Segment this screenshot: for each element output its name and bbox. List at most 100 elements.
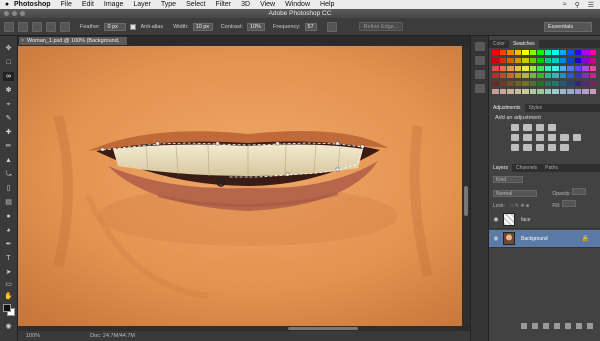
swatch[interactable] bbox=[574, 57, 581, 63]
channel-mixer-icon[interactable] bbox=[560, 134, 569, 141]
blur-tool-icon[interactable]: ● bbox=[3, 212, 14, 221]
swatch[interactable] bbox=[582, 73, 589, 79]
menu-window[interactable]: Window bbox=[285, 1, 310, 8]
gradient-map-icon[interactable] bbox=[547, 144, 557, 151]
swatch[interactable] bbox=[499, 65, 506, 71]
swatch[interactable] bbox=[589, 89, 596, 95]
swatch[interactable] bbox=[537, 89, 544, 95]
visibility-eye-icon[interactable]: ◉ bbox=[489, 216, 503, 223]
threshold-icon[interactable] bbox=[535, 144, 544, 151]
curves-icon[interactable] bbox=[535, 124, 544, 131]
antialias-checkbox[interactable] bbox=[130, 23, 137, 30]
layer-row[interactable]: ◉ face bbox=[489, 211, 600, 229]
swatch[interactable] bbox=[499, 73, 506, 79]
swatch[interactable] bbox=[529, 73, 536, 79]
swatch[interactable] bbox=[544, 89, 551, 95]
contrast-input[interactable]: 10% bbox=[247, 22, 266, 31]
layer-row[interactable]: ◉ Background 🔒 bbox=[489, 230, 600, 248]
width-input[interactable]: 10 px bbox=[192, 22, 213, 31]
marquee-tool-icon[interactable]: □ bbox=[3, 58, 14, 67]
layer-kind-filter[interactable]: Kind bbox=[493, 176, 523, 183]
menu-view[interactable]: View bbox=[260, 1, 275, 8]
document-size[interactable]: Doc: 24.7M/44.7M bbox=[90, 331, 135, 341]
swatches-grid[interactable] bbox=[492, 50, 596, 96]
swatch[interactable] bbox=[537, 50, 544, 55]
swatch[interactable] bbox=[522, 57, 529, 63]
menu-layer[interactable]: Layer bbox=[133, 1, 151, 8]
vertical-scrollbar[interactable] bbox=[462, 46, 470, 326]
zoom-level[interactable]: 100% bbox=[26, 331, 40, 341]
frequency-input[interactable]: 57 bbox=[304, 22, 317, 31]
app-menu[interactable]: Photoshop bbox=[14, 1, 51, 8]
swatch[interactable] bbox=[514, 81, 521, 87]
brush-tool-icon[interactable]: ✏ bbox=[3, 142, 14, 151]
invert-icon[interactable] bbox=[511, 144, 520, 151]
vertical-scroll-thumb[interactable] bbox=[464, 186, 468, 216]
swatch[interactable] bbox=[529, 57, 536, 63]
swatch[interactable] bbox=[567, 50, 574, 55]
swatch[interactable] bbox=[492, 73, 499, 79]
swatch[interactable] bbox=[522, 89, 529, 95]
list-icon[interactable]: ☰ bbox=[588, 1, 594, 9]
quick-mask-icon[interactable]: ◉ bbox=[3, 322, 14, 331]
blend-mode-select[interactable]: Normal bbox=[493, 190, 537, 197]
tab-layers[interactable]: Layers bbox=[489, 164, 513, 172]
swatch[interactable] bbox=[574, 89, 581, 95]
tab-swatches[interactable]: Swatches bbox=[508, 40, 539, 48]
swatch[interactable] bbox=[522, 81, 529, 87]
eyedropper-tool-icon[interactable]: ✎ bbox=[3, 114, 14, 123]
swatch[interactable] bbox=[559, 50, 566, 55]
zoom-window-button[interactable] bbox=[20, 11, 25, 16]
history-panel-icon[interactable] bbox=[475, 42, 485, 51]
swatch[interactable] bbox=[514, 50, 521, 55]
swatch[interactable] bbox=[552, 65, 559, 71]
opacity-input[interactable] bbox=[572, 188, 587, 195]
link-layers-icon[interactable] bbox=[521, 323, 527, 329]
swatch[interactable] bbox=[567, 73, 574, 79]
swatch[interactable] bbox=[514, 57, 521, 63]
new-selection-icon[interactable] bbox=[18, 21, 28, 32]
fill-input[interactable] bbox=[561, 200, 576, 207]
new-layer-icon[interactable] bbox=[576, 323, 582, 329]
swatch[interactable] bbox=[544, 65, 551, 71]
pen-tool-icon[interactable]: ✒ bbox=[3, 240, 14, 249]
tab-styles[interactable]: Styles bbox=[525, 104, 547, 112]
swatch[interactable] bbox=[589, 81, 596, 87]
swatch[interactable] bbox=[574, 65, 581, 71]
swatch[interactable] bbox=[552, 73, 559, 79]
swatch[interactable] bbox=[492, 57, 499, 63]
quick-select-tool-icon[interactable]: ✽ bbox=[3, 86, 14, 95]
swatch[interactable] bbox=[559, 57, 566, 63]
swatch[interactable] bbox=[529, 65, 536, 71]
swatch[interactable] bbox=[544, 50, 551, 55]
swatch[interactable] bbox=[589, 65, 596, 71]
swatch[interactable] bbox=[507, 81, 514, 87]
swatch[interactable] bbox=[567, 81, 574, 87]
swatch[interactable] bbox=[559, 81, 566, 87]
swatch[interactable] bbox=[514, 65, 521, 71]
swatch[interactable] bbox=[589, 73, 596, 79]
stylus-pressure-icon[interactable] bbox=[326, 21, 337, 32]
add-mask-icon[interactable] bbox=[543, 323, 549, 329]
crop-tool-icon[interactable]: ⌖ bbox=[3, 100, 14, 109]
swatch[interactable] bbox=[582, 57, 589, 63]
swatch[interactable] bbox=[499, 57, 506, 63]
swatch[interactable] bbox=[529, 89, 536, 95]
color-swatches-picker[interactable] bbox=[3, 304, 15, 316]
swatch[interactable] bbox=[582, 65, 589, 71]
swatch[interactable] bbox=[567, 65, 574, 71]
brightness-contrast-icon[interactable] bbox=[511, 124, 520, 131]
swatch[interactable] bbox=[492, 89, 499, 95]
swatch[interactable] bbox=[559, 73, 566, 79]
history-brush-tool-icon[interactable]: ⤿ bbox=[3, 170, 14, 179]
selective-color-icon[interactable] bbox=[560, 144, 569, 151]
new-adjustment-icon[interactable] bbox=[554, 323, 560, 329]
menu-help[interactable]: Help bbox=[320, 1, 334, 8]
swatch[interactable] bbox=[582, 89, 589, 95]
shape-tool-icon[interactable]: ▭ bbox=[3, 280, 14, 289]
menu-file[interactable]: File bbox=[61, 1, 72, 8]
swatch[interactable] bbox=[582, 81, 589, 87]
close-document-icon[interactable]: × bbox=[21, 37, 24, 46]
swatch[interactable] bbox=[589, 57, 596, 63]
swatch[interactable] bbox=[522, 65, 529, 71]
